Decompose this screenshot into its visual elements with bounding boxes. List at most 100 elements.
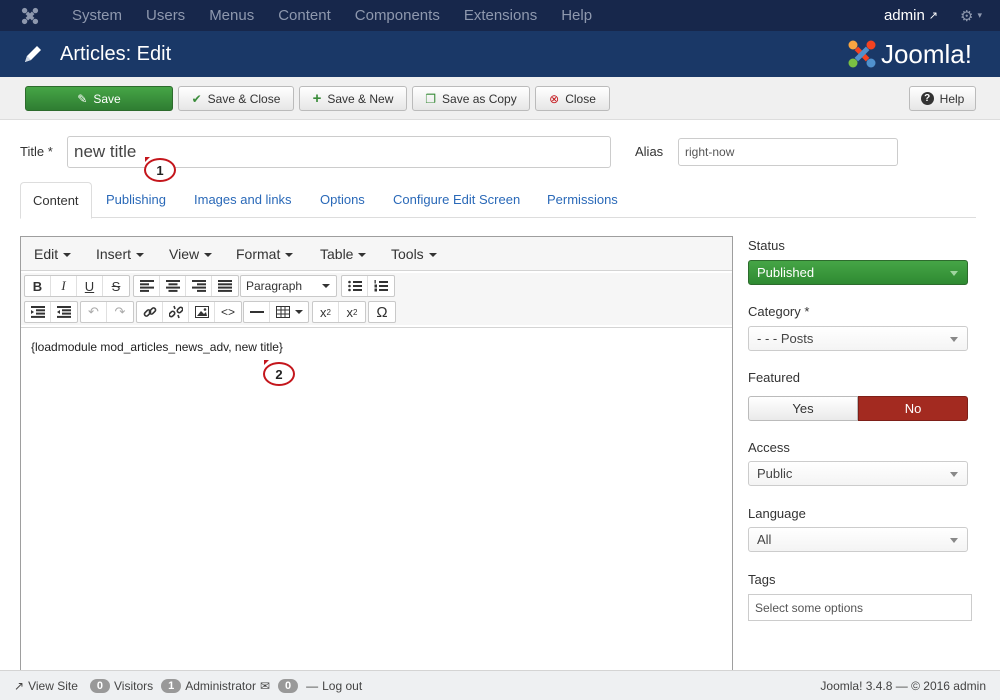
tab-configure-edit-screen[interactable]: Configure Edit Screen bbox=[393, 182, 520, 218]
language-select[interactable]: All bbox=[748, 527, 968, 552]
close-button[interactable]: ⊗ Close bbox=[535, 86, 610, 111]
subscript-icon[interactable]: x2 bbox=[313, 302, 339, 322]
omega-special-char-icon[interactable]: Ω bbox=[369, 302, 395, 322]
action-toolbar: ✎ Save ✔ Save & Close + Save & New ❐ Sav… bbox=[0, 77, 1000, 120]
administrator-status[interactable]: 1 Administrator ✉ bbox=[161, 678, 270, 693]
featured-no-button[interactable]: No bbox=[858, 396, 968, 421]
caret-down-icon bbox=[204, 253, 213, 258]
status-select[interactable]: Published bbox=[748, 260, 968, 285]
featured-toggle: Yes No bbox=[748, 396, 968, 421]
tab-publishing[interactable]: Publishing bbox=[106, 182, 166, 218]
category-select-value: - - - Posts bbox=[757, 331, 814, 346]
alignment-group bbox=[133, 275, 239, 297]
help-label: Help bbox=[939, 91, 965, 106]
featured-yes-button[interactable]: Yes bbox=[748, 396, 858, 421]
editor-menu-edit-label: Edit bbox=[34, 246, 59, 262]
editor-menu-tools[interactable]: Tools bbox=[391, 246, 437, 262]
access-select[interactable]: Public bbox=[748, 461, 968, 486]
menu-components[interactable]: Components bbox=[343, 0, 452, 31]
horizontal-rule-icon[interactable] bbox=[244, 302, 270, 322]
editor-menu-insert[interactable]: Insert bbox=[96, 246, 145, 262]
redo-icon[interactable]: ↷ bbox=[107, 302, 133, 322]
edit-icon: ✎ bbox=[77, 91, 88, 106]
tab-options[interactable]: Options bbox=[320, 182, 365, 218]
unlink-icon[interactable] bbox=[163, 302, 189, 322]
table-hr-group bbox=[243, 301, 309, 323]
indent-icon[interactable] bbox=[51, 302, 77, 322]
tags-input[interactable]: Select some options bbox=[748, 594, 972, 621]
align-justify-icon[interactable] bbox=[212, 276, 238, 296]
menu-system[interactable]: System bbox=[60, 0, 134, 31]
undo-icon[interactable]: ↶ bbox=[81, 302, 107, 322]
align-right-icon[interactable] bbox=[186, 276, 212, 296]
pencil-icon bbox=[22, 41, 48, 67]
tab-content[interactable]: Content bbox=[20, 182, 92, 219]
save-new-button[interactable]: + Save & New bbox=[299, 86, 407, 111]
caret-down-icon bbox=[285, 253, 294, 258]
editor-menu-edit[interactable]: Edit bbox=[34, 246, 72, 262]
question-icon: ? bbox=[920, 92, 934, 105]
editor-menu-view[interactable]: View bbox=[169, 246, 213, 262]
menu-help[interactable]: Help bbox=[549, 0, 604, 31]
joomla-small-logo-icon[interactable] bbox=[0, 0, 60, 31]
messages-status[interactable]: 0 bbox=[278, 678, 299, 693]
logout-link[interactable]: — Log out bbox=[306, 679, 362, 693]
strikethrough-icon[interactable]: S bbox=[103, 276, 129, 296]
editor-menu-table[interactable]: Table bbox=[320, 246, 367, 262]
link-icon[interactable] bbox=[137, 302, 163, 322]
editor-toolbar-row-2: ↶ ↷ <> x2 x2 Ω bbox=[21, 299, 732, 325]
menu-content[interactable]: Content bbox=[266, 0, 343, 31]
outdent-icon[interactable] bbox=[25, 302, 51, 322]
menu-extensions[interactable]: Extensions bbox=[452, 0, 549, 31]
rich-text-editor: Edit Insert View Format Table Tools B I … bbox=[20, 236, 733, 676]
align-left-icon[interactable] bbox=[134, 276, 160, 296]
bold-icon[interactable]: B bbox=[25, 276, 51, 296]
version-info: Joomla! 3.4.8 — © 2016 admin bbox=[820, 678, 986, 693]
alias-input[interactable]: right-now bbox=[678, 138, 898, 166]
bullet-list-icon[interactable] bbox=[342, 276, 368, 296]
visitors-status[interactable]: 0 Visitors bbox=[89, 678, 153, 693]
italic-icon[interactable]: I bbox=[51, 276, 77, 296]
editor-menu-format[interactable]: Format bbox=[236, 246, 294, 262]
editor-menu-table-label: Table bbox=[320, 246, 354, 262]
save-copy-button[interactable]: ❐ Save as Copy bbox=[412, 86, 530, 111]
logout-label: Log out bbox=[322, 678, 363, 693]
callout-marker-1: 1 bbox=[144, 158, 176, 182]
table-icon[interactable] bbox=[270, 302, 308, 322]
caret-down-icon bbox=[294, 310, 303, 314]
joomla-logo-icon bbox=[848, 40, 876, 68]
caret-down-icon bbox=[950, 271, 958, 276]
settings-dropdown[interactable]: ⚙ ▾ bbox=[960, 7, 982, 25]
page-title: Articles: Edit bbox=[60, 42, 172, 65]
main-menu: System Users Menus Content Components Ex… bbox=[60, 0, 604, 31]
code-icon[interactable]: <> bbox=[215, 302, 241, 322]
editor-menu-insert-label: Insert bbox=[96, 246, 132, 262]
category-select[interactable]: - - - Posts bbox=[748, 326, 968, 351]
superscript-icon[interactable]: x2 bbox=[339, 302, 365, 322]
image-icon[interactable] bbox=[189, 302, 215, 322]
menu-users[interactable]: Users bbox=[134, 0, 197, 31]
menu-menus[interactable]: Menus bbox=[197, 0, 266, 31]
close-label: Close bbox=[565, 91, 596, 106]
save-copy-label: Save as Copy bbox=[442, 91, 517, 106]
user-menu[interactable]: admin ↗ bbox=[884, 7, 938, 24]
editor-menubar: Edit Insert View Format Table Tools bbox=[21, 237, 732, 271]
view-site-link[interactable]: ↗ View Site bbox=[14, 679, 78, 693]
numbered-list-icon[interactable] bbox=[368, 276, 394, 296]
tab-images-links[interactable]: Images and links bbox=[194, 182, 292, 218]
username: admin bbox=[883, 7, 925, 24]
language-label: Language bbox=[748, 506, 806, 521]
save-new-label: Save & New bbox=[327, 91, 394, 106]
align-center-icon[interactable] bbox=[160, 276, 186, 296]
language-select-value: All bbox=[757, 532, 772, 547]
save-close-button[interactable]: ✔ Save & Close bbox=[178, 86, 294, 111]
alias-label: Alias bbox=[635, 144, 664, 159]
editor-content-area[interactable]: {loadmodule mod_articles_news_adv, new t… bbox=[21, 327, 732, 675]
underline-icon[interactable]: U bbox=[77, 276, 103, 296]
editor-menu-format-label: Format bbox=[236, 246, 281, 262]
paragraph-format-select[interactable]: Paragraph bbox=[240, 275, 337, 297]
history-group: ↶ ↷ bbox=[80, 301, 134, 323]
save-button[interactable]: ✎ Save bbox=[25, 86, 173, 111]
tab-permissions[interactable]: Permissions bbox=[547, 182, 618, 218]
help-button[interactable]: ? Help bbox=[909, 86, 976, 111]
